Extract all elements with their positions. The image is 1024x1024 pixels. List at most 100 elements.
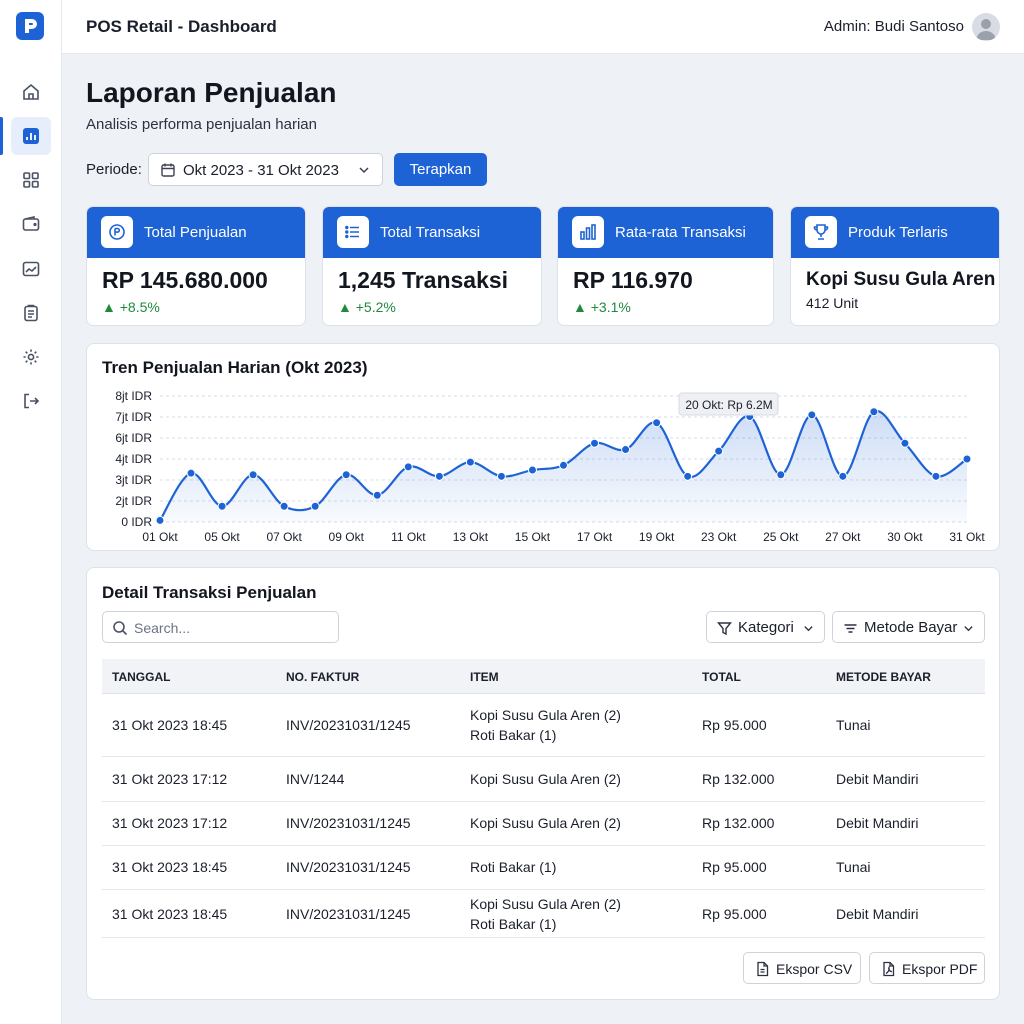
y-tick-label: 4jt IDR: [115, 452, 152, 466]
cell-tanggal: 31 Okt 2023 18:45: [112, 717, 228, 733]
cell-total: Rp 132.000: [702, 771, 775, 787]
money-icon: [101, 216, 133, 248]
x-tick-label: 27 Okt: [825, 530, 861, 544]
admin-name[interactable]: Admin: Budi Santoso: [824, 18, 964, 35]
kpi-card-produk-terlaris: Produk Terlaris Kopi Susu Gula Aren 412 …: [790, 206, 1000, 326]
x-tick-label: 17 Okt: [577, 530, 613, 544]
cell-faktur: INV/20231031/1245: [286, 815, 411, 831]
data-point: [559, 460, 568, 470]
x-tick-label: 11 Okt: [391, 530, 426, 544]
export-csv-button[interactable]: Ekspor CSV: [743, 952, 861, 984]
cell-tanggal: 31 Okt 2023 18:45: [112, 906, 228, 922]
kpi-card-rata-rata-transaksi: Rata-rata Transaksi RP 116.970 ▲ +3.1%: [557, 206, 774, 326]
x-tick-label: 13 Okt: [453, 530, 489, 544]
column-header-total[interactable]: TOTAL: [702, 670, 741, 684]
logout-icon[interactable]: [11, 382, 51, 420]
metode-bayar-filter-button[interactable]: Metode Bayar: [832, 611, 985, 643]
cell-total: Rp 132.000: [702, 815, 775, 831]
x-tick-label: 30 Okt: [887, 530, 923, 544]
periode-label: Periode:: [86, 161, 142, 178]
grid-icon[interactable]: [11, 161, 51, 199]
cell-item: Roti Bakar (1): [470, 859, 557, 875]
kpi-header: Rata-rata Transaksi: [558, 207, 773, 258]
chevron-down-icon: [964, 626, 973, 632]
filter-icon: [717, 622, 732, 636]
cell-faktur: INV/20231031/1245: [286, 906, 411, 922]
gear-icon[interactable]: [11, 338, 51, 376]
bar-chart-icon[interactable]: [11, 117, 51, 155]
cell-item: Kopi Susu Gula Aren (2): [470, 707, 621, 723]
search-box: [102, 611, 339, 643]
data-point: [869, 407, 879, 417]
data-point: [900, 438, 910, 448]
cell-tanggal: 31 Okt 2023 17:12: [112, 815, 228, 831]
table-row[interactable]: 31 Okt 2023 17:12 INV/1244 Kopi Susu Gul…: [102, 758, 985, 802]
table-title: Detail Transaksi Penjualan: [102, 583, 317, 602]
cell-tanggal: 31 Okt 2023 17:12: [112, 771, 228, 787]
export-csv-label: Ekspor CSV: [776, 961, 853, 977]
cell-faktur: INV/20231031/1245: [286, 717, 411, 733]
sales-trend-chart-card: Tren Penjualan Harian (Okt 2023) 0 IDR 2j…: [86, 343, 1000, 551]
data-point: [217, 501, 227, 511]
cell-total: Rp 95.000: [702, 859, 767, 875]
y-tick-label: 3jt IDR: [115, 473, 152, 487]
column-header-faktur[interactable]: NO. FAKTUR: [286, 670, 359, 684]
table-row[interactable]: 31 Okt 2023 18:45 INV/20231031/1245 Kopi…: [102, 694, 985, 757]
x-tick-label: 07 Okt: [266, 530, 302, 544]
home-icon[interactable]: [11, 73, 51, 111]
apply-button[interactable]: Terapkan: [394, 153, 487, 186]
pdf-file-icon: [883, 961, 895, 977]
table-row[interactable]: 31 Okt 2023 18:45 INV/20231031/1245 Roti…: [102, 846, 985, 890]
column-header-item[interactable]: ITEM: [470, 670, 499, 684]
table-row[interactable]: 31 Okt 2023 17:12 INV/20231031/1245 Kopi…: [102, 802, 985, 846]
transaction-table-card: Detail Transaksi Penjualan Kategori Meto…: [86, 567, 1000, 1000]
cell-metode: Debit Mandiri: [836, 815, 919, 831]
avatar[interactable]: [972, 13, 1000, 41]
data-point: [621, 445, 631, 455]
data-point: [403, 462, 413, 472]
y-tick-label: 0 IDR: [121, 515, 152, 529]
column-header-metode[interactable]: METODE BAYAR: [836, 670, 931, 684]
data-point: [776, 470, 786, 480]
column-header-tanggal[interactable]: TANGGAL: [112, 670, 170, 684]
calendar-icon: [161, 163, 175, 177]
kpi-delta: ▲ +8.5%: [102, 299, 160, 315]
x-tick-label: 09 Okt: [329, 530, 365, 544]
kategori-filter-label: Kategori: [738, 619, 794, 636]
kpi-subvalue: 412 Unit: [806, 295, 859, 311]
active-nav-indicator: [0, 117, 3, 155]
table-row[interactable]: 31 Okt 2023 18:45 INV/20231031/1245 Kopi…: [102, 890, 985, 938]
data-point: [155, 515, 165, 525]
x-tick-label: 31 Okt: [949, 530, 985, 544]
data-point: [341, 470, 351, 480]
app-logo[interactable]: [16, 12, 44, 40]
cell-metode: Tunai: [836, 717, 871, 733]
kpi-header: Total Transaksi: [323, 207, 541, 258]
kategori-filter-button[interactable]: Kategori: [706, 611, 825, 643]
export-pdf-button[interactable]: Ekspor PDF: [869, 952, 985, 984]
kpi-card-total-penjualan: Total Penjualan RP 145.680.000 ▲ +8.5%: [86, 206, 306, 326]
date-range-picker[interactable]: Okt 2023 - 31 Okt 2023: [148, 153, 383, 186]
wallet-icon[interactable]: [11, 205, 51, 243]
clipboard-icon[interactable]: [11, 294, 51, 332]
data-point: [372, 490, 382, 500]
cell-total: Rp 95.000: [702, 906, 767, 922]
metode-bayar-filter-label: Metode Bayar: [864, 619, 958, 636]
kpi-delta: ▲ +5.2%: [338, 299, 396, 315]
data-point: [496, 471, 506, 481]
search-input[interactable]: [134, 618, 329, 637]
kpi-header: Produk Terlaris: [791, 207, 999, 258]
app-title: POS Retail - Dashboard: [86, 17, 277, 36]
cell-faktur: INV/20231031/1245: [286, 859, 411, 875]
sort-lines-icon: [844, 624, 857, 633]
x-tick-label: 23 Okt: [701, 530, 737, 544]
kpi-value: RP 116.970: [573, 267, 693, 293]
image-chart-icon[interactable]: [11, 250, 51, 288]
data-point: [714, 446, 724, 456]
sidebar: [0, 0, 62, 1024]
data-point: [931, 471, 941, 481]
cell-item: Kopi Susu Gula Aren (2): [470, 896, 621, 912]
x-tick-label: 01 Okt: [142, 530, 178, 544]
kpi-card-total-transaksi: Total Transaksi 1,245 Transaksi ▲ +5.2%: [322, 206, 542, 326]
page-subtitle: Analisis performa penjualan harian: [86, 116, 317, 133]
